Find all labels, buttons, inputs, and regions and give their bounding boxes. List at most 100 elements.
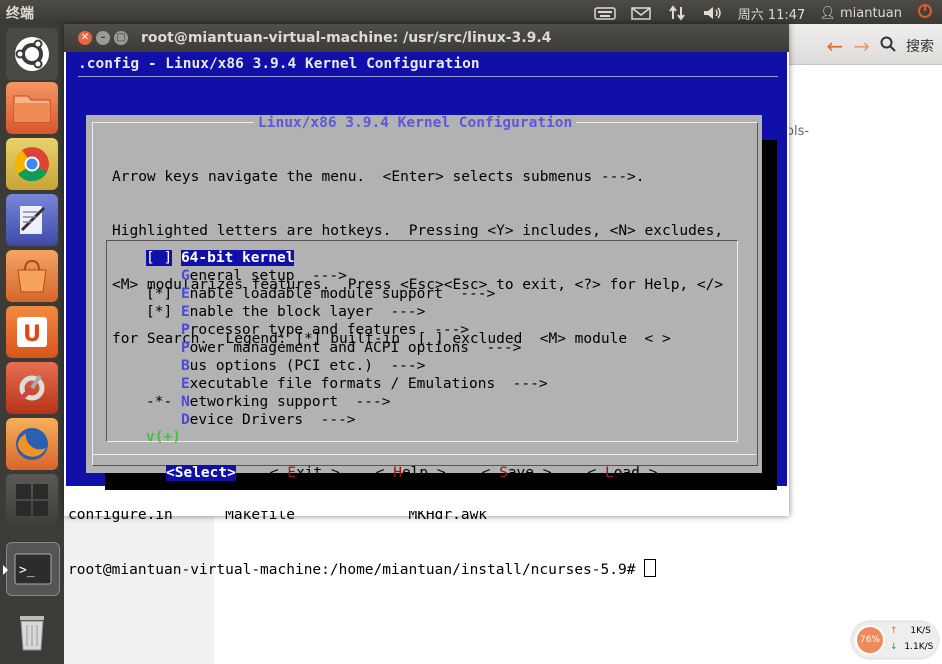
dialog-button-label: Select [174,465,228,481]
menu-item-state [146,322,172,338]
dialog-button[interactable]: < Exit > [270,465,340,481]
svg-text:U: U [23,322,41,347]
menu-item-hotkey: D [180,412,190,428]
dialog-buttons: <Select> < Exit > < Help > < Save > < Load > [166,465,693,481]
terminal-title: root@miantuan-virtual-machine: /usr/src/… [141,30,552,46]
menu-item-hotkey: N [180,394,190,410]
upload-arrow-icon: ↑ [890,626,898,636]
power-icon[interactable] [916,3,934,23]
chrome-icon[interactable] [6,138,58,190]
menu-item[interactable]: [*] Enable loadable module support ---> [146,285,548,303]
close-icon[interactable]: ✕ [78,31,92,45]
network-monitor[interactable]: 76% ↑ 1K/S ↓ 1.1K/S [852,622,938,658]
dialog-button-text: ave [507,465,535,481]
minimize-icon[interactable]: – [96,31,110,45]
shell-line: configure.in Makefile MKHdr.awk [68,511,488,523]
menu-item-label: 64-bit kernel [180,250,295,266]
menu-item[interactable]: Bus options (PCI etc.) ---> [146,357,548,375]
menu-item[interactable]: -*- Networking support ---> [146,393,548,411]
shell-prompt-line[interactable]: root@miantuan-virtual-machine:/home/mian… [68,559,657,579]
shell-output[interactable]: configure.in Makefile MKHdr.awk root@mia… [68,480,657,615]
upload-rate: 1K/S [910,626,931,636]
download-rate-row: ↓ 1.1K/S [890,642,933,652]
menu-item-hotkey: E [180,304,190,320]
dialog-button-hotkey: H [393,465,402,481]
menu-item[interactable]: Executable file formats / Emulations ---… [146,375,548,393]
dialog-button[interactable]: < Load > [587,465,657,481]
terminal-title-bar[interactable]: ✕ – □ root@miantuan-virtual-machine: /us… [64,24,789,52]
terminal-window[interactable]: ✕ – □ root@miantuan-virtual-machine: /us… [64,24,789,578]
menu-item-label: Processor type and features ---> [181,322,469,338]
launcher: U >_ [0,24,64,664]
firefox-icon[interactable] [6,418,58,470]
button-separator [92,454,756,455]
menu-item-hotkey: P [180,340,190,356]
menuconfig-screen: .config - Linux/x86 3.9.4 Kernel Configu… [66,52,787,490]
title-underline [78,76,778,77]
menu-item-text: xecutable file formats / Emulations ---> [189,376,548,392]
menu-item-label: Power management and ACPI options ---> [181,340,521,356]
user-icon: 👤︎ [819,5,836,21]
download-arrow-icon: ↓ [890,642,898,652]
cpu-percent: 76% [855,625,885,655]
menu-item-state [146,412,172,428]
menu-item[interactable]: [ ] 64-bit kernel [146,249,548,267]
dialog-button[interactable]: <Select> [166,465,236,481]
dialog-button-text: elp [401,465,429,481]
search-icon[interactable] [880,36,896,56]
menu-item-text: ower management and ACPI options ---> [189,340,522,356]
menu-item-label: Enable loadable module support ---> [181,286,495,302]
dialog-button-hotkey: E [287,465,297,481]
dialog-button-hotkey: S [499,465,508,481]
software-center-icon[interactable] [6,250,58,302]
clock[interactable]: 周六 11:47 [738,4,806,23]
active-app-name: 终端 [6,6,34,22]
menu-item-label: Device Drivers ---> [181,412,356,428]
menu-item-label: Executable file formats / Emulations ---… [181,376,548,392]
menu-item-state [146,268,172,284]
search-label[interactable]: 搜索 [906,36,934,56]
menu-item[interactable]: Processor type and features ---> [146,321,548,339]
menu-item-text: nable loadable module support ---> [189,286,496,302]
svg-text:>_: >_ [19,563,35,578]
keyboard-icon[interactable] [593,5,616,21]
top-panel: 终端 周六 11:47 👤︎ miantuan [0,0,942,24]
maximize-icon[interactable]: □ [114,31,128,45]
back-arrow-icon[interactable]: ← [826,34,843,58]
help-line: Highlighted letters are hotkeys. Pressin… [112,223,724,239]
menu-item-text: etworking support ---> [189,394,391,410]
text-cursor [644,559,657,577]
workspace-switcher-icon[interactable] [6,474,58,526]
ubuntu-logo-icon[interactable] [6,28,58,80]
mail-icon[interactable] [630,5,652,21]
dialog-button[interactable]: < Help > [376,465,446,481]
volume-icon[interactable] [702,5,724,21]
menu-item[interactable]: Device Drivers ---> [146,411,548,429]
menu-item-text: evice Drivers ---> [189,412,356,428]
network-icon[interactable] [666,5,688,21]
dialog-button-text: oad [613,465,640,481]
forward-arrow-icon[interactable]: → [853,34,870,58]
menu-item-state [146,358,172,374]
menu-item-hotkey: E [180,376,190,392]
menu-item-label: General setup ---> [181,268,347,284]
menu-item-text: eneral setup ---> [189,268,347,284]
ubuntu-one-icon[interactable]: U [6,306,58,358]
dialog-button[interactable]: < Save > [482,465,552,481]
menu-item-hotkey: B [180,358,190,374]
terminal-icon[interactable]: >_ [3,542,60,596]
background-partial-text: ols- [786,124,810,139]
trash-icon[interactable] [6,606,58,658]
menu-item-label: Bus options (PCI etc.) ---> [181,358,425,374]
system-settings-icon[interactable] [6,362,58,414]
menu-item[interactable]: [*] Enable the block layer ---> [146,303,548,321]
menu-item[interactable]: Power management and ACPI options ---> [146,339,548,357]
text-editor-icon[interactable] [6,194,58,246]
user-menu[interactable]: 👤︎ miantuan [819,6,902,21]
files-icon[interactable] [6,82,58,134]
menu-item-state: [ ] [146,250,173,266]
menu-item-text: us options (PCI etc.) ---> [189,358,426,374]
menu-item[interactable]: General setup ---> [146,267,548,285]
help-line: Arrow keys navigate the menu. <Enter> se… [112,169,645,185]
dialog-title: Linux/x86 3.9.4 Kernel Configuration [254,115,577,131]
